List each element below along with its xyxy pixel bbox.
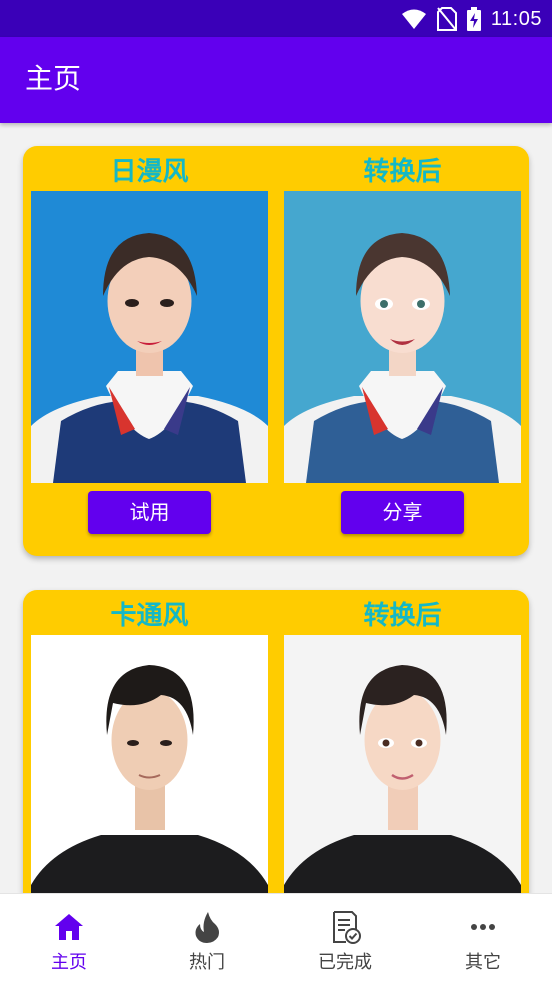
bottom-navigation: 主页 热门 已完成 其它 [0,893,552,982]
home-icon [55,914,83,940]
nav-item-hot[interactable]: 热门 [138,894,276,982]
original-photo [31,191,268,483]
nav-label-home: 主页 [51,952,87,973]
status-bar: 11:05 [0,0,552,37]
try-button[interactable]: 试用 [88,491,211,534]
page-title: 主页 [25,62,82,95]
nav-item-completed[interactable]: 已完成 [276,894,414,982]
nav-label-completed: 已完成 [318,952,372,973]
no-sim-icon [436,7,457,31]
nav-item-home[interactable]: 主页 [0,894,138,982]
checklist-icon [333,911,361,944]
style-card-anime: 日漫风 转换后 试用 分享 [23,146,529,556]
card-left-title: 卡通风 [110,601,189,631]
original-photo [31,635,268,893]
card-right-title: 转换后 [363,157,442,187]
nav-label-other: 其它 [465,952,501,973]
converted-photo [284,191,521,483]
converted-photo [284,635,521,893]
share-button[interactable]: 分享 [341,491,464,534]
status-icons: 11:05 [401,4,542,34]
app-bar: 主页 [0,37,552,123]
card-left-title: 日漫风 [110,157,189,187]
card-right-title: 转换后 [363,601,442,631]
battery-charging-icon [466,7,481,31]
style-card-cartoon: 卡通风 转换后 [23,590,529,893]
more-icon [471,924,495,930]
wifi-icon [401,9,426,29]
nav-item-other[interactable]: 其它 [414,894,552,982]
nav-label-hot: 热门 [189,952,225,973]
content-scroll-area[interactable]: 日漫风 转换后 试用 分享 卡通风 转换后 [0,123,552,893]
flame-icon [195,912,219,943]
status-time: 11:05 [490,7,542,30]
